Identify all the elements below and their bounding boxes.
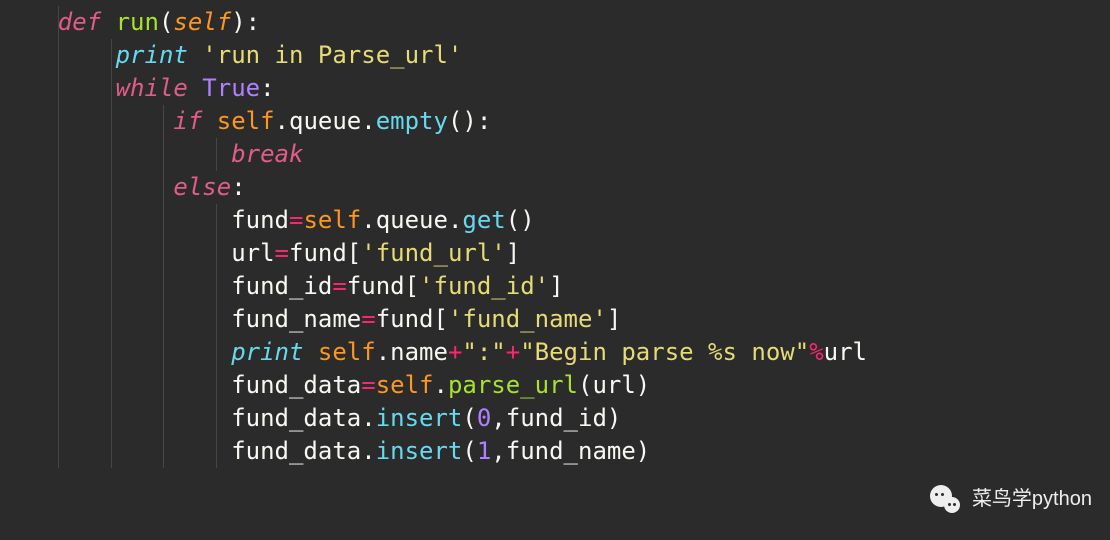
code-editor[interactable]: def run(self): print 'run in Parse_url' … — [0, 6, 1110, 468]
wechat-watermark: 菜鸟学python — [930, 483, 1092, 516]
watermark-label: 菜鸟学python — [972, 483, 1092, 516]
wechat-icon — [930, 485, 964, 515]
